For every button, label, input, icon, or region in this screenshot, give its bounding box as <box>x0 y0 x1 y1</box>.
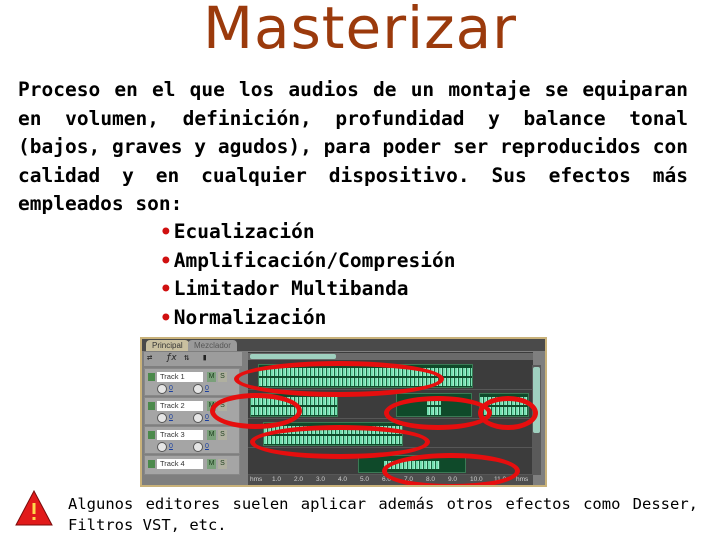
solo-button: S <box>218 372 227 382</box>
bullet-icon: • <box>160 305 172 329</box>
pan-knob-icon <box>193 413 203 423</box>
highlight-ellipse <box>234 361 444 397</box>
solo-button: S <box>218 459 227 469</box>
multitrack-editor-screenshot: Principal Mezclador ⇄ ƒx ⇅ ▮ Track 1 M S… <box>140 337 547 487</box>
highlight-ellipse <box>478 396 538 430</box>
effect-item: • Ecualización <box>160 220 315 243</box>
track-header: Track 3 M S 0 0 <box>144 426 240 454</box>
tab-principal: Principal <box>146 340 189 351</box>
mute-button: M <box>207 459 216 469</box>
warning-triangle-icon <box>15 489 53 526</box>
solo-button: S <box>218 430 227 440</box>
horizontal-scrollbar <box>248 353 533 360</box>
track-name: Track 2 <box>157 401 203 411</box>
bullet-icon: • <box>160 277 172 300</box>
volume-knob-icon <box>157 384 167 394</box>
effect-item: • Normalización <box>160 305 327 329</box>
highlight-ellipse <box>382 453 520 485</box>
track-name: Track 1 <box>157 372 203 382</box>
power-icon <box>148 402 155 410</box>
power-icon <box>148 460 155 468</box>
track-header: Track 4 M S <box>144 455 240 475</box>
effects-list: • Ecualización • Amplificación/Compresión … <box>160 218 456 332</box>
bullet-icon: • <box>160 248 172 272</box>
bullet-icon: • <box>160 220 172 243</box>
highlight-ellipse <box>210 393 302 429</box>
warning-note: Algunos editores suelen aplicar además o… <box>68 495 698 534</box>
arrows-icon: ⇄ <box>147 353 153 363</box>
slide-title: Masterizar <box>202 0 518 62</box>
track-name: Track 4 <box>157 459 203 469</box>
track-name: Track 3 <box>157 430 203 440</box>
pan-knob-icon <box>193 442 203 452</box>
volume-knob-icon <box>157 442 167 452</box>
mute-button: M <box>207 372 216 382</box>
eq-icon: ▮ <box>202 353 208 363</box>
highlight-ellipse <box>250 425 430 459</box>
volume-knob-icon <box>157 413 167 423</box>
power-icon <box>148 431 155 439</box>
fx-icon: ƒx <box>166 353 177 363</box>
highlight-ellipse <box>384 396 492 430</box>
pan-knob-icon <box>193 384 203 394</box>
description-paragraph: Proceso en el que los audios de un monta… <box>18 78 688 215</box>
mute-button: M <box>207 430 216 440</box>
tab-mezclador: Mezclador <box>188 340 237 351</box>
effect-item: • Limitador Multibanda <box>160 277 409 300</box>
editor-tabs: Principal Mezclador <box>142 339 545 351</box>
power-icon <box>148 373 155 381</box>
sends-icon: ⇅ <box>184 353 190 363</box>
effect-item: • Amplificación/Compresión <box>160 248 456 272</box>
track-header: Track 1 M S 0 0 <box>144 368 240 396</box>
track-tools: ⇄ ƒx ⇅ ▮ <box>144 352 242 366</box>
